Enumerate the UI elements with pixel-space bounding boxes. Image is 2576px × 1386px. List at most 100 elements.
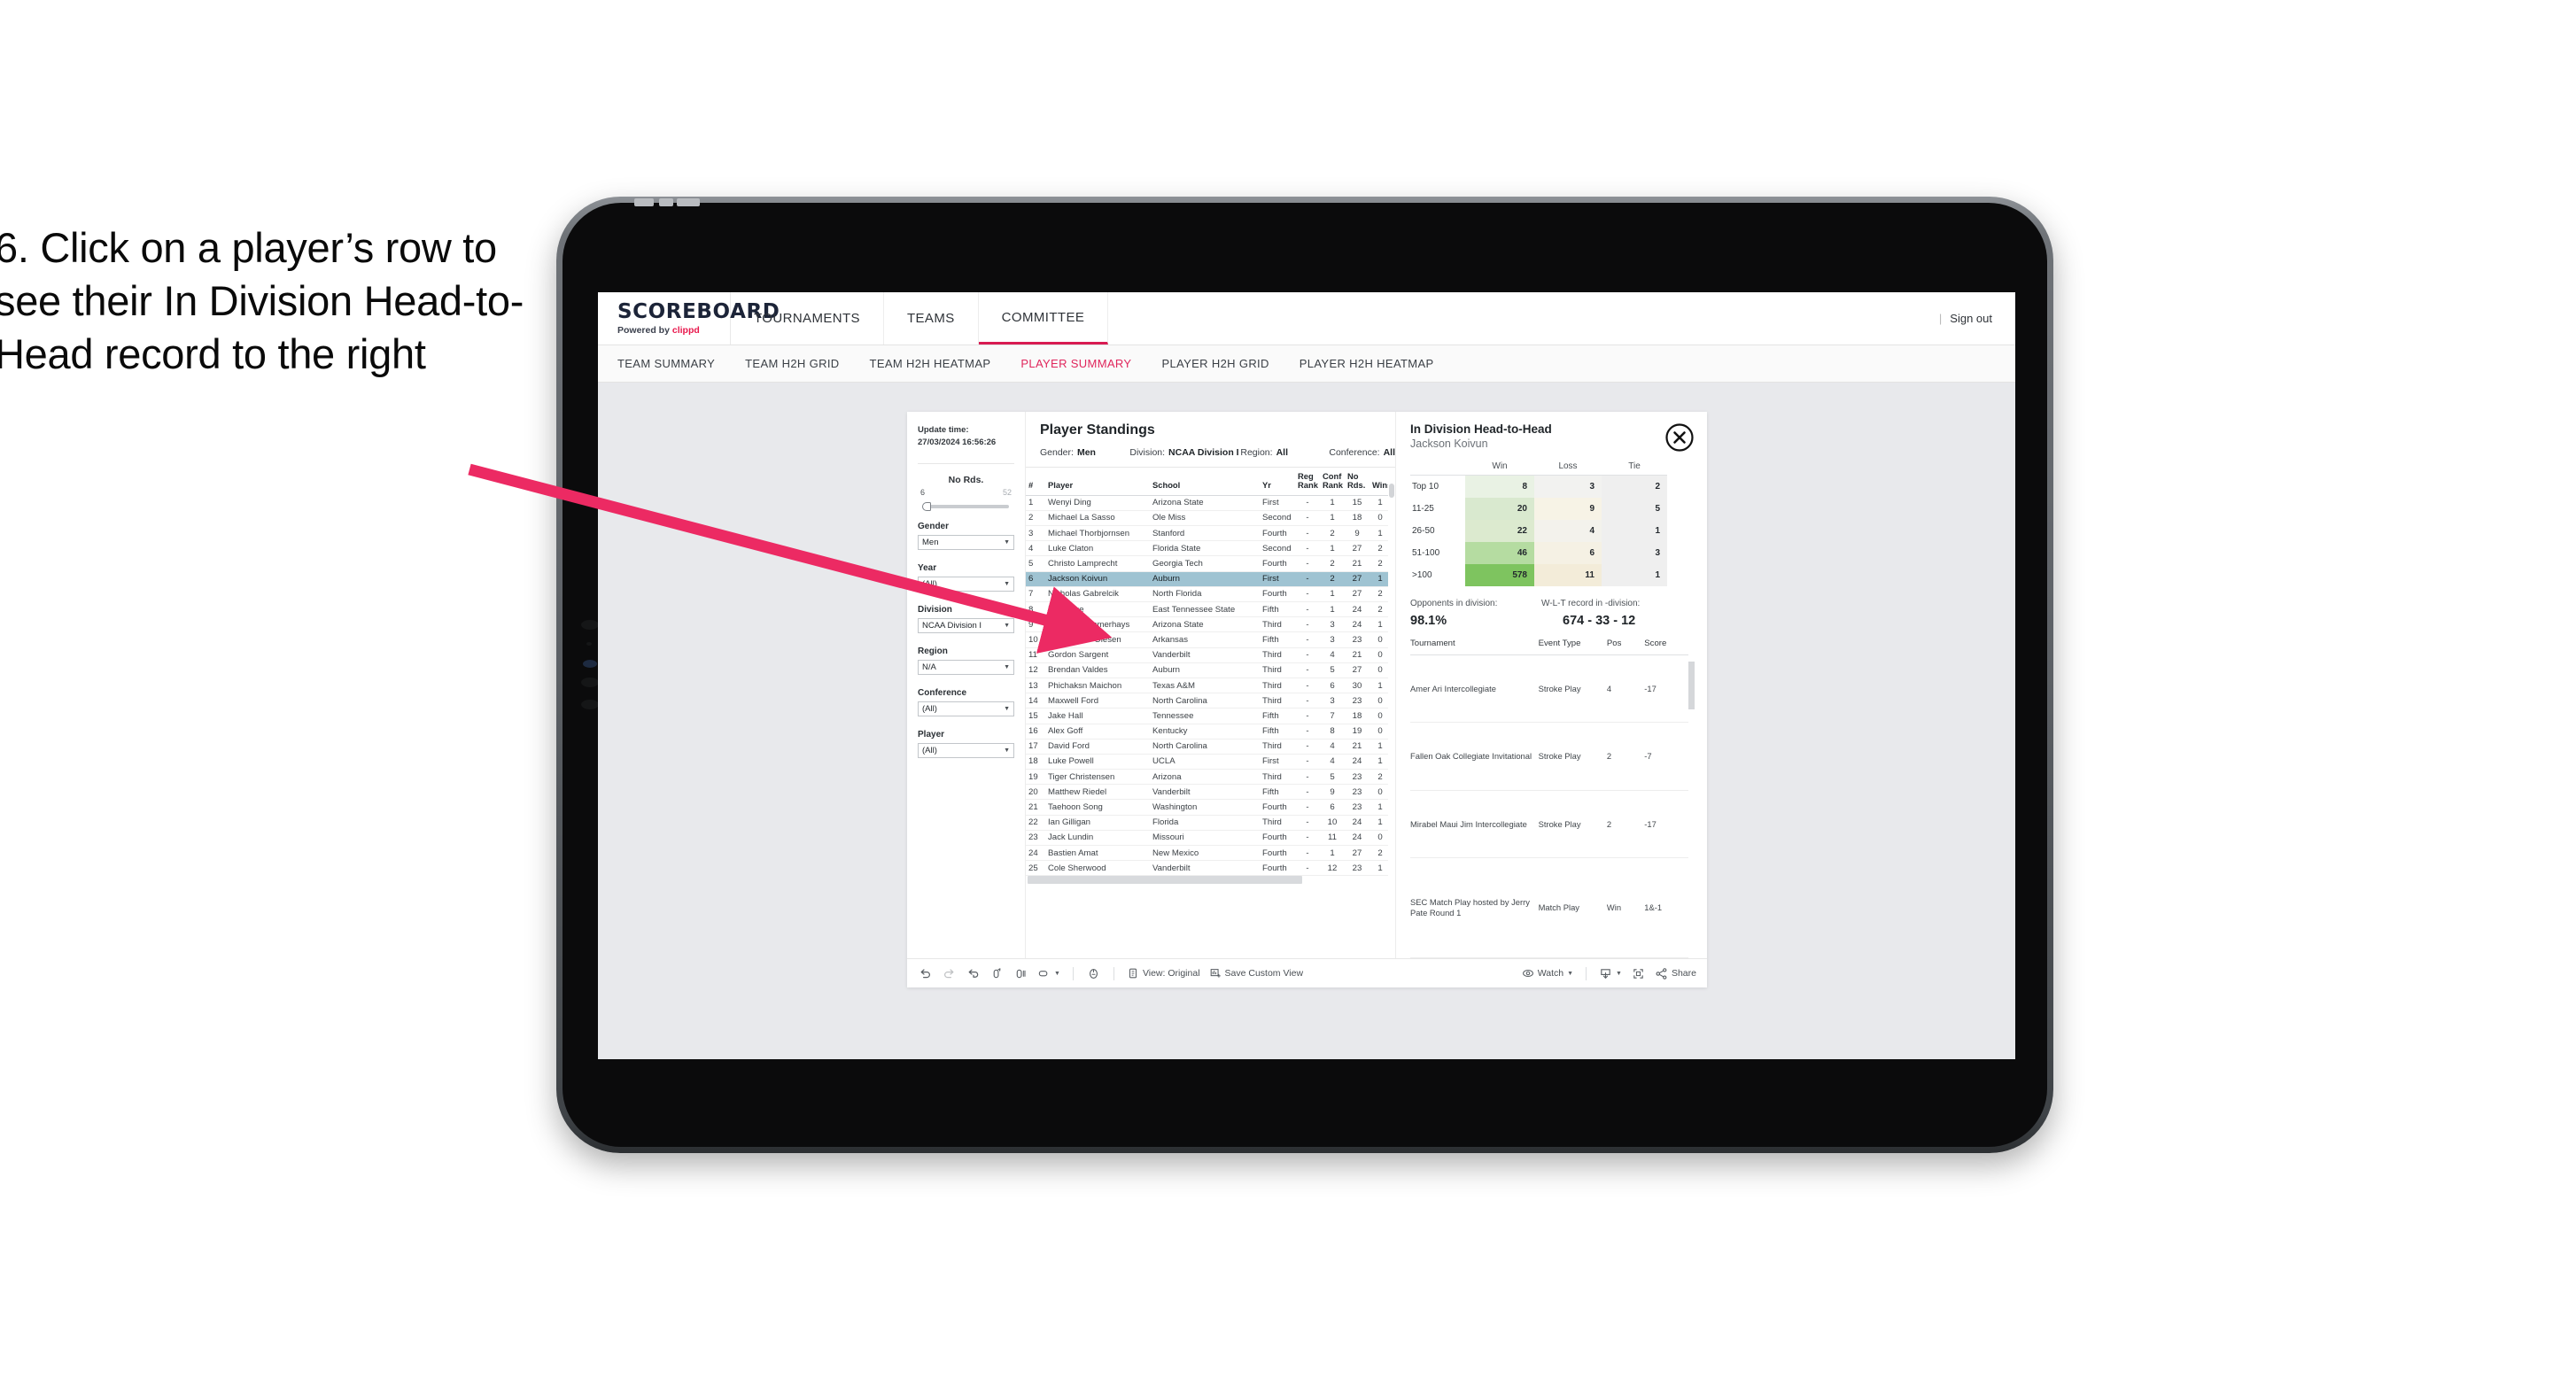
cell-reg-rank: - — [1295, 693, 1320, 709]
save-custom-view-button[interactable]: Save Custom View — [1209, 967, 1304, 979]
h2h-cell-loss[interactable]: 6 — [1534, 542, 1602, 564]
cell-yr: First — [1260, 495, 1295, 511]
cell-no-rds: 23 — [1345, 784, 1369, 801]
table-row[interactable]: 19 Tiger Christensen Arizona Third -5 23 2 — [1026, 769, 1391, 786]
h2h-cell-loss[interactable]: 11 — [1534, 564, 1602, 586]
nav-tab-tournaments[interactable]: TOURNAMENTS — [731, 292, 884, 345]
filter-conference-select[interactable]: (All) ▼ — [918, 701, 1014, 716]
cell-school: Kentucky — [1150, 724, 1260, 739]
h2h-corner — [1410, 461, 1465, 476]
col-reg-rank[interactable]: Reg Rank — [1295, 468, 1320, 496]
standings-hscrollbar[interactable] — [1026, 876, 1388, 886]
h2h-cell-win[interactable]: 8 — [1465, 475, 1534, 498]
tournament-row[interactable]: Fallen Oak Collegiate Invitational Stroke… — [1410, 722, 1689, 791]
h2h-cell-tie[interactable]: 1 — [1602, 564, 1667, 586]
tournament-row[interactable]: SEC Match Play hosted by Jerry Pate Roun… — [1410, 857, 1689, 958]
col-score[interactable]: Score — [1644, 639, 1689, 655]
cell-player: Jack Lundin — [1045, 830, 1150, 847]
nav-tab-committee[interactable]: COMMITTEE — [978, 292, 1109, 345]
cell-rank: 16 — [1026, 724, 1045, 739]
h2h-cell-tie[interactable]: 3 — [1602, 542, 1667, 564]
sign-out-link[interactable]: Sign out — [1950, 312, 1992, 325]
table-row[interactable]: 21 Taehoon Song Washington Fourth -6 23 1 — [1026, 799, 1391, 816]
cell-conf-rank: 3 — [1320, 693, 1345, 709]
standings-hscrollbar-thumb[interactable] — [1028, 876, 1302, 885]
toolbar-divider-3 — [1586, 966, 1587, 980]
tournament-row[interactable]: Amer Ari Intercollegiate Stroke Play 4 -17 — [1410, 654, 1689, 724]
view-original-button[interactable]: View: Original — [1127, 967, 1200, 979]
standings-vscrollbar[interactable] — [1388, 467, 1395, 958]
col-conf-rank[interactable]: Conf Rank — [1320, 468, 1345, 496]
col-no-rds[interactable]: No Rds. — [1345, 468, 1369, 496]
pause-refresh-icon[interactable] — [1013, 966, 1028, 981]
table-row[interactable]: 22 Ian Gilligan Florida Third -10 24 1 — [1026, 815, 1391, 831]
highlight-icon[interactable] — [1086, 966, 1101, 981]
table-row[interactable]: 18 Luke Powell UCLA First -4 24 1 — [1026, 754, 1391, 770]
chevron-down-icon: ▼ — [1616, 970, 1622, 977]
save-custom-view-label: Save Custom View — [1224, 968, 1304, 979]
table-row[interactable]: 25 Cole Sherwood Vanderbilt Fourth -12 23 1 — [1026, 860, 1391, 877]
table-row[interactable]: 12 Brendan Valdes Auburn Third -5 27 0 — [1026, 662, 1391, 678]
subnav-team-h2h-grid[interactable]: TEAM H2H GRID — [745, 357, 839, 370]
h2h-cell-loss[interactable]: 4 — [1534, 520, 1602, 542]
table-row[interactable]: 20 Matthew Riedel Vanderbilt Fifth -9 23 0 — [1026, 784, 1391, 801]
cell-tournament-name: SEC Match Play hosted by Jerry Pate Roun… — [1410, 857, 1539, 958]
redo-icon[interactable] — [942, 966, 957, 981]
h2h-cell-tie[interactable]: 5 — [1602, 498, 1667, 520]
opponents-label: Opponents in division: — [1410, 599, 1498, 608]
table-row[interactable]: 24 Bastien Amat New Mexico Fourth -1 27 2 — [1026, 845, 1391, 862]
tournament-vscrollbar[interactable] — [1688, 639, 1695, 958]
revert-icon[interactable] — [966, 966, 981, 981]
h2h-cell-win[interactable]: 20 — [1465, 498, 1534, 520]
table-row[interactable]: 15 Jake Hall Tennessee Fifth -7 18 0 — [1026, 708, 1391, 724]
col-yr[interactable]: Yr — [1260, 468, 1295, 496]
refresh-icon[interactable] — [989, 966, 1005, 981]
subnav-team-summary[interactable]: TEAM SUMMARY — [617, 357, 715, 370]
cell-tournament-name: Fallen Oak Collegiate Invitational — [1410, 722, 1539, 791]
cell-tournament-name: Amer Ari Intercollegiate — [1410, 654, 1539, 724]
cell-score: -17 — [1644, 654, 1689, 724]
h2h-cell-tie[interactable]: 1 — [1602, 520, 1667, 542]
subnav-team-h2h-heatmap[interactable]: TEAM H2H HEATMAP — [870, 357, 991, 370]
h2h-col-tie: Tie — [1602, 461, 1667, 476]
tournament-row[interactable]: Mirabel Maui Jim Intercollegiate Stroke P… — [1410, 790, 1689, 859]
pause-auto-update-button[interactable]: ▼ — [1037, 967, 1060, 980]
h2h-cell-win[interactable]: 578 — [1465, 564, 1534, 586]
h2h-cell-tie[interactable]: 2 — [1602, 475, 1667, 498]
nav-tab-teams[interactable]: TEAMS — [884, 292, 979, 345]
cell-conf-rank: 1 — [1320, 845, 1345, 862]
h2h-cell-win[interactable]: 46 — [1465, 542, 1534, 564]
cell-yr: Fourth — [1260, 830, 1295, 847]
subnav-player-h2h-heatmap[interactable]: PLAYER H2H HEATMAP — [1300, 357, 1434, 370]
tournament-vscrollbar-thumb[interactable] — [1688, 662, 1695, 709]
close-icon[interactable] — [1664, 422, 1695, 453]
undo-icon[interactable] — [918, 966, 933, 981]
table-row[interactable]: 13 Phichaksn Maichon Texas A&M Third -6 30 1 — [1026, 678, 1391, 694]
table-row[interactable]: 17 David Ford North Carolina Third -4 21 1 — [1026, 739, 1391, 755]
cell-reg-rank: - — [1295, 586, 1320, 603]
table-row[interactable]: 16 Alex Goff Kentucky Fifth -8 19 0 — [1026, 724, 1391, 739]
watch-button[interactable]: Watch ▼ — [1522, 967, 1573, 979]
table-row[interactable]: 14 Maxwell Ford North Carolina Third -3 23 0 — [1026, 693, 1391, 709]
standings-vscrollbar-thumb[interactable] — [1389, 484, 1394, 498]
h2h-cell-loss[interactable]: 3 — [1534, 475, 1602, 498]
h2h-cell-win[interactable]: 22 — [1465, 520, 1534, 542]
fullscreen-icon[interactable] — [1631, 966, 1646, 981]
subnav-player-h2h-grid[interactable]: PLAYER H2H GRID — [1161, 357, 1269, 370]
col-event-type[interactable]: Event Type — [1538, 639, 1607, 655]
cell-conf-rank: 3 — [1320, 616, 1345, 633]
share-button[interactable]: Share — [1655, 967, 1696, 980]
download-button[interactable]: ▼ — [1599, 967, 1622, 980]
cell-reg-rank: - — [1295, 860, 1320, 877]
col-tournament[interactable]: Tournament — [1410, 639, 1539, 655]
col-pos[interactable]: Pos — [1606, 639, 1645, 655]
tablet-sensor-4 — [581, 700, 599, 709]
table-row[interactable]: 23 Jack Lundin Missouri Fourth -11 24 0 — [1026, 830, 1391, 847]
filter-player-select[interactable]: (All) ▼ — [918, 742, 1014, 758]
col-school[interactable]: School — [1150, 468, 1260, 496]
subnav-player-summary[interactable]: PLAYER SUMMARY — [1020, 357, 1131, 370]
cell-tournament-name: Mirabel Maui Jim Intercollegiate — [1410, 790, 1539, 859]
cell-event-type: Stroke Play — [1538, 722, 1607, 791]
cell-no-rds: 21 — [1345, 739, 1369, 755]
h2h-cell-loss[interactable]: 9 — [1534, 498, 1602, 520]
